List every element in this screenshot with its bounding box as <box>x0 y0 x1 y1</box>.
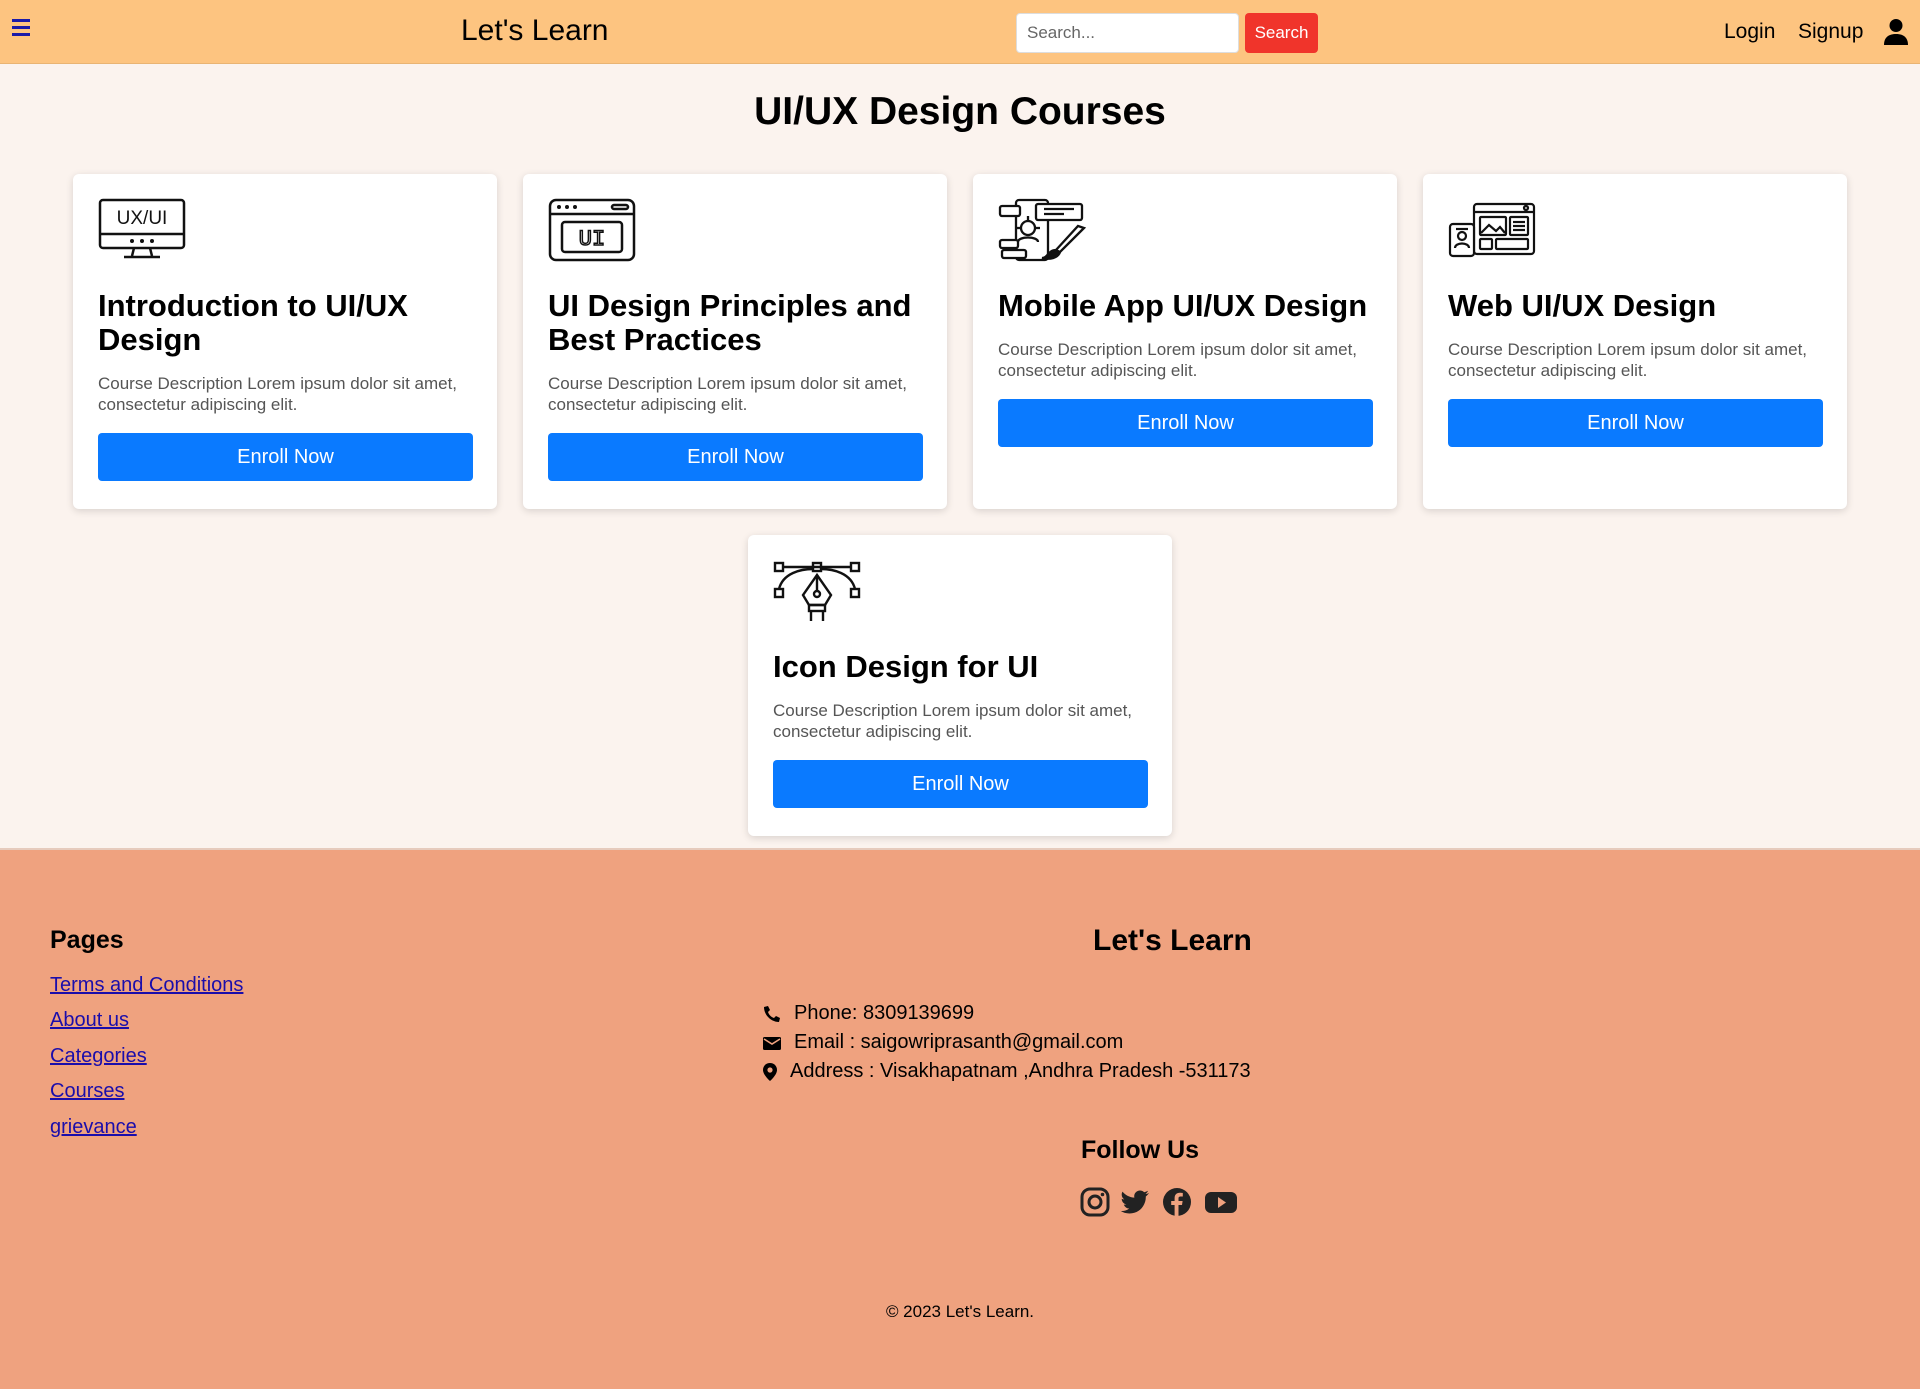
footer: Pages Terms and Conditions About us Cate… <box>0 848 1920 1389</box>
course-card: Mobile App UI/UX Design Course Descripti… <box>973 174 1397 509</box>
pages-heading: Pages <box>50 926 124 954</box>
brand-title[interactable]: Let's Learn <box>461 14 609 48</box>
search-button[interactable]: Search <box>1245 13 1318 53</box>
mobile-app-design-icon <box>998 198 1087 262</box>
signup-link[interactable]: Signup <box>1798 20 1863 44</box>
login-link[interactable]: Login <box>1724 20 1775 44</box>
course-title: Introduction to UI/UX Design <box>98 288 408 357</box>
address-text: Address : Visakhapatnam ,Andhra Pradesh … <box>790 1060 1251 1082</box>
pen-tool-vector-icon <box>773 561 861 621</box>
course-description: Course Description Lorem ipsum dolor sit… <box>998 340 1358 380</box>
footer-link-terms[interactable]: Terms and Conditions <box>50 974 243 997</box>
enroll-now-button[interactable]: Enroll Now <box>548 433 923 481</box>
course-description: Course Description Lorem ipsum dolor sit… <box>1448 340 1808 380</box>
course-title: Icon Design for UI <box>773 649 1039 684</box>
follow-us-heading: Follow Us <box>1081 1136 1200 1164</box>
course-card: UX/UI Introduction to UI/UX Design Cours… <box>73 174 497 509</box>
enroll-now-button[interactable]: Enroll Now <box>998 399 1373 447</box>
footer-link-grievance[interactable]: grievance <box>50 1116 137 1139</box>
twitter-icon[interactable] <box>1119 1186 1151 1218</box>
web-layout-icon <box>1448 202 1536 258</box>
email-text: Email : saigowriprasanth@gmail.com <box>794 1031 1124 1053</box>
footer-link-about[interactable]: About us <box>50 1009 129 1032</box>
copyright-text: © 2023 Let's Learn. <box>885 1302 1035 1321</box>
navbar: Let's Learn Search Login Signup <box>0 0 1920 64</box>
footer-link-courses[interactable]: Courses <box>50 1080 124 1103</box>
youtube-icon[interactable] <box>1204 1186 1238 1218</box>
footer-link-categories[interactable]: Categories <box>50 1045 147 1068</box>
svg-text:UI: UI <box>579 227 605 252</box>
course-card: Icon Design for UI Course Description Lo… <box>748 535 1172 836</box>
instagram-icon[interactable] <box>1079 1186 1111 1218</box>
course-description: Course Description Lorem ipsum dolor sit… <box>773 701 1133 741</box>
course-card: UI UI Design Principles and Best Practic… <box>523 174 947 509</box>
enroll-now-button[interactable]: Enroll Now <box>98 433 473 481</box>
course-title: Web UI/UX Design <box>1448 288 1717 323</box>
course-description: Course Description Lorem ipsum dolor sit… <box>98 374 458 414</box>
ui-browser-window-icon: UI <box>548 198 636 262</box>
facebook-icon[interactable] <box>1161 1186 1193 1218</box>
enroll-now-button[interactable]: Enroll Now <box>1448 399 1823 447</box>
course-description: Course Description Lorem ipsum dolor sit… <box>548 374 908 414</box>
map-pin-icon <box>763 1062 777 1081</box>
phone-icon <box>764 1005 780 1022</box>
svg-text:UX/UI: UX/UI <box>117 208 168 229</box>
course-title: UI Design Principles and Best Practices <box>548 288 912 357</box>
search-input[interactable] <box>1016 13 1239 53</box>
contact-email: Email : saigowriprasanth@gmail.com <box>762 1031 1123 1054</box>
footer-brand: Let's Learn <box>1093 924 1252 957</box>
envelope-icon <box>763 1036 781 1050</box>
course-title: Mobile App UI/UX Design <box>998 288 1368 323</box>
hamburger-menu-icon[interactable] <box>12 19 32 39</box>
enroll-now-button[interactable]: Enroll Now <box>773 760 1148 808</box>
phone-text: Phone: 8309139699 <box>794 1002 975 1024</box>
ux-ui-monitor-icon: UX/UI <box>98 198 186 259</box>
contact-address: Address : Visakhapatnam ,Andhra Pradesh … <box>762 1060 1251 1083</box>
course-card: Web UI/UX Design Course Description Lore… <box>1423 174 1847 509</box>
page-title: UI/UX Design Courses <box>754 90 1166 133</box>
user-profile-icon[interactable] <box>1883 18 1909 46</box>
contact-phone: Phone: 8309139699 <box>762 1002 974 1025</box>
